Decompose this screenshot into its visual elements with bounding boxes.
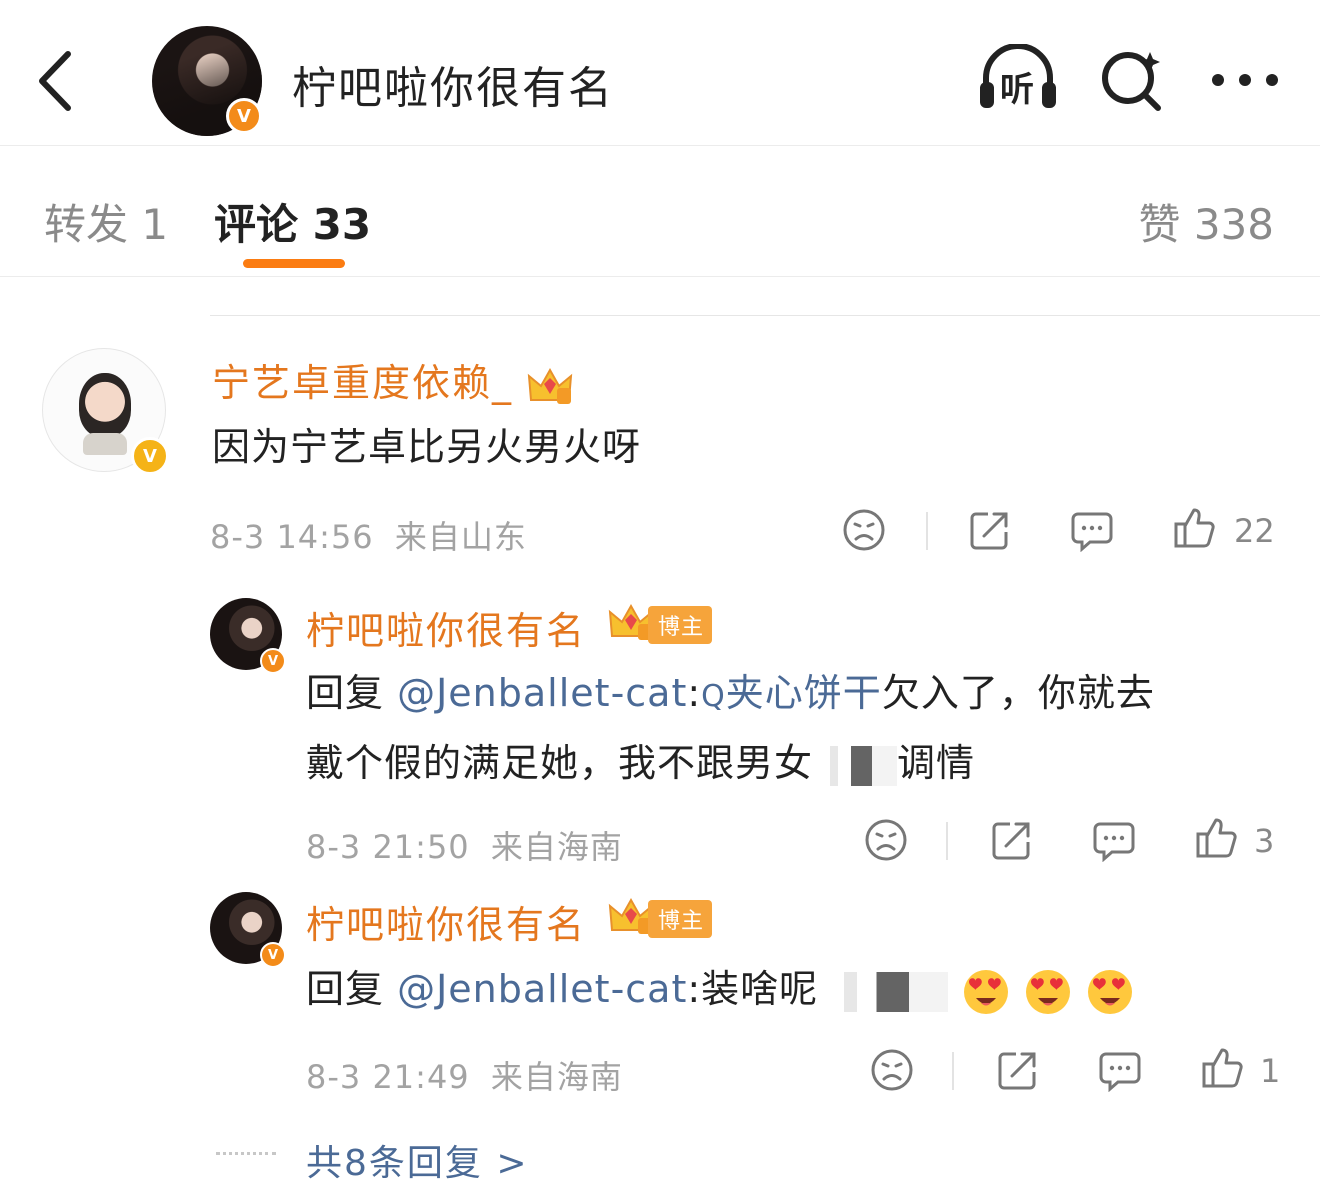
heart-eyes-emoji bbox=[1026, 969, 1071, 1014]
reply-time: 8-3 21:50 bbox=[306, 828, 470, 866]
top-bar: V 柠吧啦你很有名 听 bbox=[0, 0, 1320, 146]
profile-avatar[interactable]: V bbox=[152, 26, 262, 136]
tab-comments[interactable]: 评论 33 bbox=[214, 191, 371, 252]
comment-icon[interactable] bbox=[1070, 510, 1114, 552]
reply-username[interactable]: 柠吧啦你很有名 bbox=[306, 600, 586, 655]
active-tab-indicator bbox=[243, 259, 345, 268]
heart-eyes-emoji bbox=[1088, 969, 1133, 1014]
comment-location: 来自山东 bbox=[394, 518, 527, 556]
dislike-icon[interactable] bbox=[842, 508, 886, 552]
share-icon[interactable] bbox=[968, 508, 1012, 552]
dislike-icon[interactable] bbox=[870, 1048, 914, 1092]
comment-icon[interactable] bbox=[1098, 1050, 1142, 1092]
verified-badge: V bbox=[226, 98, 262, 134]
reply-meta: 8-3 21:50 来自海南 bbox=[306, 822, 623, 868]
reply-username[interactable]: 柠吧啦你很有名 bbox=[306, 894, 586, 949]
crown-icon bbox=[527, 367, 573, 404]
reply-time: 8-3 21:49 bbox=[306, 1058, 470, 1096]
reply-mention[interactable]: @Jenballet-cat bbox=[397, 967, 687, 1011]
like-count: 1 bbox=[1260, 1052, 1281, 1090]
like-count: 22 bbox=[1234, 512, 1275, 550]
reply-text: 回复 @Jenballet-cat:Q夹心饼干欠入了，你就去 戴个假的满足她，我… bbox=[306, 671, 1155, 786]
heart-eyes-emoji bbox=[964, 969, 1009, 1014]
listen-label: 听 bbox=[1000, 70, 1034, 110]
comment-icon[interactable] bbox=[1092, 820, 1136, 862]
more-replies-link[interactable]: 共8条回复 > bbox=[306, 1134, 529, 1186]
search-link[interactable]: 夹心饼干 bbox=[726, 671, 882, 715]
commenter-avatar[interactable]: V bbox=[42, 348, 169, 475]
like-icon[interactable] bbox=[1194, 816, 1238, 860]
like-icon[interactable] bbox=[1200, 1046, 1244, 1090]
previous-comment-cutoff bbox=[210, 278, 1320, 316]
reply-location: 来自海南 bbox=[490, 828, 623, 866]
search-link-icon[interactable]: Q bbox=[701, 679, 726, 714]
action-separator bbox=[926, 512, 928, 550]
tab-forward[interactable]: 转发 1 bbox=[44, 191, 168, 252]
search-icon[interactable] bbox=[1098, 46, 1164, 112]
tab-bar: 转发 1 评论 33 赞 338 bbox=[0, 147, 1320, 277]
comment-username[interactable]: 宁艺卓重度依赖_ bbox=[212, 352, 573, 407]
blurred-text bbox=[813, 745, 898, 786]
share-icon[interactable] bbox=[996, 1048, 1040, 1092]
more-icon[interactable] bbox=[1210, 70, 1280, 90]
comment-time: 8-3 14:56 bbox=[210, 518, 374, 556]
action-separator bbox=[952, 1052, 954, 1090]
reply-meta: 8-3 21:49 来自海南 bbox=[306, 1052, 623, 1098]
verified-badge: V bbox=[260, 942, 286, 968]
reply-location: 来自海南 bbox=[490, 1058, 623, 1096]
verified-badge: V bbox=[260, 648, 286, 674]
dislike-icon[interactable] bbox=[864, 818, 908, 862]
comment-text: 因为宁艺卓比另火男火呀 bbox=[212, 425, 642, 469]
reply-text: 回复 @Jenballet-cat:装啥呢 bbox=[306, 956, 1286, 1022]
page-title: 柠吧啦你很有名 bbox=[292, 63, 614, 114]
reply-avatar[interactable]: V bbox=[210, 892, 286, 968]
back-icon[interactable] bbox=[30, 46, 80, 116]
blogger-tag: 博主 bbox=[648, 606, 713, 644]
action-separator bbox=[946, 822, 948, 860]
listen-button[interactable]: 听 bbox=[976, 43, 1060, 114]
blurred-text bbox=[818, 971, 949, 1012]
like-icon[interactable] bbox=[1172, 506, 1216, 550]
reply-mention[interactable]: @Jenballet-cat bbox=[397, 671, 687, 715]
share-icon[interactable] bbox=[990, 818, 1034, 862]
reply-thread-line bbox=[216, 1152, 276, 1155]
reply-avatar[interactable]: V bbox=[210, 598, 286, 674]
verified-badge: V bbox=[131, 437, 169, 475]
blogger-tag: 博主 bbox=[648, 900, 713, 938]
comment-meta: 8-3 14:56 来自山东 bbox=[210, 512, 527, 558]
like-count: 3 bbox=[1254, 822, 1275, 860]
tab-likes[interactable]: 赞 338 bbox=[1138, 191, 1274, 252]
